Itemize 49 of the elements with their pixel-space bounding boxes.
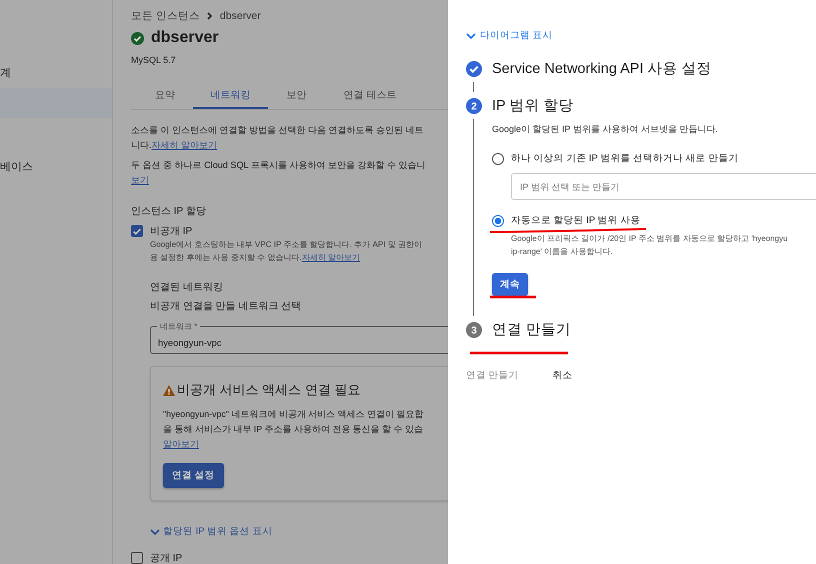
warning-icon xyxy=(163,384,175,396)
checkbox[interactable] xyxy=(131,552,143,564)
chevron-down-icon xyxy=(150,528,160,536)
learn-more-link[interactable]: 자세히 알아보기 xyxy=(152,140,218,150)
check-circle-icon xyxy=(131,32,144,44)
step-title: 연결 만들기 xyxy=(492,321,572,339)
database-version: MySQL 5.7 xyxy=(131,55,177,65)
subsection-text: 비공개 연결을 만들 네트워크 선택 xyxy=(150,300,302,313)
annotation-underline xyxy=(488,294,538,300)
checkbox[interactable] xyxy=(131,225,143,237)
tab[interactable]: 네트워킹 xyxy=(193,82,268,109)
learn-more-link[interactable]: 보기 xyxy=(131,175,149,185)
sidebar-item[interactable]: 베이스 xyxy=(0,152,112,182)
step-number-icon: 3 xyxy=(466,322,482,338)
description: Google에서 호스팅하는 내부 VPC IP 주소를 할당합니다. 추가 API 및 권한이 용 설정한 후에는 사용 중지할 수 없습니다.자세히 알아보기 xyxy=(150,239,424,264)
section-title: 인스턴스 IP 할당 xyxy=(131,205,207,218)
continue-button[interactable]: 계속 xyxy=(492,273,528,296)
tab[interactable]: 보안 xyxy=(268,82,325,109)
radio-label: 자동으로 할당된 IP 범위 사용 xyxy=(511,214,640,227)
paragraph: 소스를 이 인스턴스에 연결할 방법을 선택한 다음 연결하도록 승인된 네트 니다.자세히 알아보기 xyxy=(131,124,425,152)
paragraph: 두 옵션 중 하나르 Cloud SQL 프록시를 사용하여 보안을 강화할 수 있습니 보기 xyxy=(131,159,426,187)
tab[interactable]: 연결 테스트 xyxy=(325,82,415,109)
checkbox-label: 비공개 IP xyxy=(150,225,192,238)
subsection-title: 연결된 네트워킹 xyxy=(150,281,224,294)
learn-more-link[interactable]: 자세히 알아보기 xyxy=(302,253,360,262)
setup-connection-button[interactable]: 연결 설정 xyxy=(163,463,224,488)
sidebar-item[interactable]: 계 xyxy=(0,58,112,88)
chevron-right-icon xyxy=(206,12,214,20)
tab[interactable]: 요약 xyxy=(137,82,193,109)
step-title: IP 범위 할당 xyxy=(492,97,574,115)
checkbox-label: 공개 IP xyxy=(150,552,182,564)
footer-button[interactable]: 취소 xyxy=(540,365,585,386)
chevron-down-icon xyxy=(466,32,476,40)
warning-text: "hyeongyun-vpc" 네트워크에 비공개 서비스 액세스 연결이 필요합 을 통해 서비스가 내부 IP 주소를 사용하여 전용 통신을 할 수 있습 알아보기 xyxy=(163,408,425,451)
learn-more-link[interactable]: 알아보기 xyxy=(163,439,199,449)
breadcrumb-link[interactable]: 모든 인스턴스 xyxy=(131,9,200,23)
radio-button[interactable] xyxy=(492,214,504,226)
expand-link[interactable]: 할당된 IP 범위 옵션 표시 xyxy=(150,525,448,538)
step-title: Service Networking API 사용 설정 xyxy=(492,60,712,78)
instance-title: dbserver xyxy=(151,29,219,47)
ip-range-field[interactable]: IP 범위 선택 또는 만들기 xyxy=(511,173,816,200)
radio-button[interactable] xyxy=(492,152,504,164)
breadcrumb-current: dbserver xyxy=(220,10,261,22)
warning-title: 비공개 서비스 액세스 연결 필요 xyxy=(177,381,360,399)
radio-label: 하나 이상의 기존 IP 범위를 선택하거나 새로 만들기 xyxy=(511,152,738,165)
step-number-icon: 2 xyxy=(466,98,482,114)
step-description: Google이 할당된 IP 범위를 사용하여 서브넷을 만듭니다. xyxy=(492,123,719,136)
show-diagram-link[interactable]: 다이어그램 표시 xyxy=(466,29,816,42)
option-description: Google이 프리픽스 길이가 /20인 IP 주소 범위를 자동으로 할당하고 'hyeongyu ip-range' 이름을 사용합니다. xyxy=(511,233,789,258)
